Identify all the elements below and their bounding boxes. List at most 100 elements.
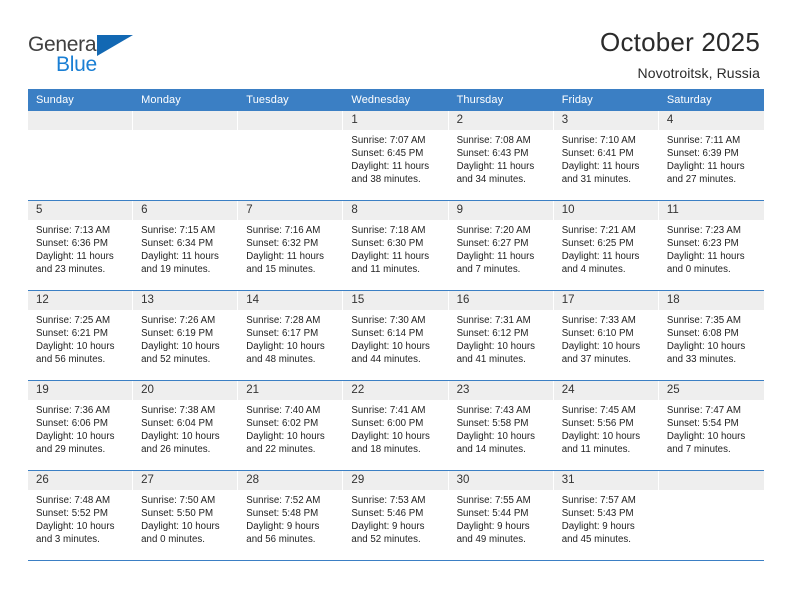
day-cell[interactable]: 25 Sunrise: 7:47 AM Sunset: 5:54 PM Dayligh…: [658, 381, 764, 470]
day-daylight-2-text: and 11 minutes.: [561, 444, 631, 456]
day-sun-info: Sunrise: 7:47 AM Sunset: 5:54 PM Daylight:…: [659, 400, 764, 456]
day-sun-info: Sunrise: 7:41 AM Sunset: 6:00 PM Daylight:…: [343, 400, 447, 456]
day-cell[interactable]: 2 Sunrise: 7:08 AM Sunset: 6:43 PM Daylight…: [448, 111, 554, 200]
day-number: 28: [238, 471, 343, 490]
brand-logo[interactable]: General Blue: [28, 28, 148, 75]
day-number: [658, 471, 764, 490]
day-cell[interactable]: 6 Sunrise: 7:15 AM Sunset: 6:34 PM Daylight…: [133, 201, 239, 290]
day-sunrise-text: Sunrise: 7:40 AM: [246, 405, 321, 416]
calendar-week-row: 19 Sunrise: 7:36 AM Sunset: 6:06 PM Dayligh…: [28, 381, 764, 471]
day-daylight-2-text: and 44 minutes.: [351, 354, 421, 366]
day-sun-info: Sunrise: 7:26 AM Sunset: 6:19 PM Daylight:…: [133, 310, 237, 366]
day-daylight-2-text: and 0 minutes.: [666, 264, 731, 276]
day-sunset-text: Sunset: 5:54 PM: [666, 418, 739, 430]
day-sunset-text: Sunset: 5:44 PM: [456, 508, 529, 520]
day-cell[interactable]: 27 Sunrise: 7:50 AM Sunset: 5:50 PM Dayligh…: [133, 471, 239, 560]
day-number: [238, 111, 343, 130]
day-cell[interactable]: 31 Sunrise: 7:57 AM Sunset: 5:43 PM Dayligh…: [553, 471, 659, 560]
day-sunrise-text: Sunrise: 7:08 AM: [456, 135, 531, 146]
day-daylight-2-text: and 4 minutes.: [561, 264, 626, 276]
day-number: 15: [343, 291, 448, 310]
day-sunrise-text: Sunrise: 7:25 AM: [36, 315, 111, 326]
day-cell[interactable]: 7 Sunrise: 7:16 AM Sunset: 6:32 PM Daylight…: [238, 201, 344, 290]
day-number: 12: [28, 291, 133, 310]
day-sunset-text: Sunset: 6:17 PM: [246, 328, 319, 340]
day-daylight-2-text: and 31 minutes.: [561, 174, 631, 186]
day-sunrise-text: Sunrise: 7:36 AM: [36, 405, 111, 416]
day-sun-info: Sunrise: 7:28 AM Sunset: 6:17 PM Daylight:…: [238, 310, 342, 366]
day-daylight-1-text: Daylight: 9 hours: [561, 521, 635, 533]
day-sun-info: Sunrise: 7:36 AM Sunset: 6:06 PM Daylight:…: [28, 400, 132, 456]
day-daylight-1-text: Daylight: 10 hours: [561, 341, 641, 353]
day-cell[interactable]: 8 Sunrise: 7:18 AM Sunset: 6:30 PM Daylight…: [343, 201, 449, 290]
day-daylight-1-text: Daylight: 10 hours: [141, 431, 220, 443]
day-cell[interactable]: 24 Sunrise: 7:45 AM Sunset: 5:56 PM Dayligh…: [553, 381, 659, 470]
day-cell[interactable]: 28 Sunrise: 7:52 AM Sunset: 5:48 PM Dayligh…: [238, 471, 344, 560]
day-sunset-text: Sunset: 6:06 PM: [36, 418, 108, 430]
brand-name-blue: Blue: [56, 53, 97, 76]
day-number: 20: [133, 381, 238, 400]
day-cell[interactable]: 20 Sunrise: 7:38 AM Sunset: 6:04 PM Dayligh…: [133, 381, 239, 470]
day-daylight-2-text: and 41 minutes.: [456, 354, 526, 366]
day-daylight-1-text: Daylight: 11 hours: [456, 251, 535, 263]
day-cell[interactable]: 19 Sunrise: 7:36 AM Sunset: 6:06 PM Dayligh…: [28, 381, 134, 470]
day-cell[interactable]: 11 Sunrise: 7:23 AM Sunset: 6:23 PM Dayligh…: [658, 201, 764, 290]
day-daylight-2-text: and 33 minutes.: [666, 354, 737, 366]
day-number: 23: [448, 381, 553, 400]
day-daylight-1-text: Daylight: 10 hours: [141, 521, 220, 533]
day-daylight-1-text: Daylight: 10 hours: [246, 431, 325, 443]
calendar-page: General Blue October 2025 Novotroitsk, R…: [0, 0, 792, 612]
day-daylight-2-text: and 38 minutes.: [351, 174, 421, 186]
day-sun-info: Sunrise: 7:21 AM Sunset: 6:25 PM Daylight:…: [554, 220, 658, 276]
day-cell[interactable]: 22 Sunrise: 7:41 AM Sunset: 6:00 PM Dayligh…: [343, 381, 449, 470]
day-cell[interactable]: 23 Sunrise: 7:43 AM Sunset: 5:58 PM Dayligh…: [448, 381, 554, 470]
day-daylight-2-text: and 49 minutes.: [456, 534, 526, 546]
day-number: 7: [238, 201, 343, 220]
day-sunrise-text: Sunrise: 7:57 AM: [561, 495, 636, 506]
day-cell[interactable]: 30 Sunrise: 7:55 AM Sunset: 5:44 PM Dayligh…: [448, 471, 554, 560]
day-cell[interactable]: 26 Sunrise: 7:48 AM Sunset: 5:52 PM Dayligh…: [28, 471, 134, 560]
day-daylight-1-text: Daylight: 9 hours: [456, 521, 530, 533]
day-number: 24: [553, 381, 658, 400]
day-daylight-1-text: Daylight: 10 hours: [36, 431, 115, 443]
day-daylight-2-text: and 7 minutes.: [456, 264, 521, 276]
day-sunset-text: Sunset: 6:10 PM: [561, 328, 634, 340]
day-sunrise-text: Sunrise: 7:50 AM: [141, 495, 216, 506]
day-cell[interactable]: 17 Sunrise: 7:33 AM Sunset: 6:10 PM Dayligh…: [553, 291, 659, 380]
day-number: 11: [658, 201, 764, 220]
day-sun-info: Sunrise: 7:13 AM Sunset: 6:36 PM Daylight:…: [28, 220, 132, 276]
day-cell[interactable]: 12 Sunrise: 7:25 AM Sunset: 6:21 PM Dayligh…: [28, 291, 134, 380]
day-cell[interactable]: 18 Sunrise: 7:35 AM Sunset: 6:08 PM Dayligh…: [658, 291, 764, 380]
day-cell[interactable]: 5 Sunrise: 7:13 AM Sunset: 6:36 PM Daylight…: [28, 201, 134, 290]
day-cell[interactable]: 13 Sunrise: 7:26 AM Sunset: 6:19 PM Dayligh…: [133, 291, 239, 380]
day-sunset-text: Sunset: 6:25 PM: [561, 238, 634, 250]
day-number: 19: [28, 381, 133, 400]
day-cell[interactable]: 15 Sunrise: 7:30 AM Sunset: 6:14 PM Dayligh…: [343, 291, 449, 380]
day-daylight-1-text: Daylight: 11 hours: [351, 251, 430, 263]
day-daylight-2-text: and 14 minutes.: [456, 444, 526, 456]
calendar-week-row: 5 Sunrise: 7:13 AM Sunset: 6:36 PM Daylight…: [28, 201, 764, 291]
day-cell[interactable]: 29 Sunrise: 7:53 AM Sunset: 5:46 PM Dayligh…: [343, 471, 449, 560]
day-daylight-1-text: Daylight: 10 hours: [666, 341, 746, 353]
day-sun-info: Sunrise: 7:40 AM Sunset: 6:02 PM Daylight:…: [238, 400, 342, 456]
day-cell[interactable]: 21 Sunrise: 7:40 AM Sunset: 6:02 PM Dayligh…: [238, 381, 344, 470]
day-sunrise-text: Sunrise: 7:15 AM: [141, 225, 216, 236]
day-cell[interactable]: 4 Sunrise: 7:11 AM Sunset: 6:39 PM Daylight…: [658, 111, 764, 200]
day-sunrise-text: Sunrise: 7:11 AM: [666, 135, 741, 146]
day-sunset-text: Sunset: 6:14 PM: [351, 328, 424, 340]
day-number: [133, 111, 238, 130]
day-cell[interactable]: 3 Sunrise: 7:10 AM Sunset: 6:41 PM Daylight…: [553, 111, 659, 200]
day-cell[interactable]: 10 Sunrise: 7:21 AM Sunset: 6:25 PM Dayligh…: [553, 201, 659, 290]
day-cell[interactable]: 1 Sunrise: 7:07 AM Sunset: 6:45 PM Daylight…: [343, 111, 449, 200]
day-cell[interactable]: 14 Sunrise: 7:28 AM Sunset: 6:17 PM Dayligh…: [238, 291, 344, 380]
day-cell[interactable]: 9 Sunrise: 7:20 AM Sunset: 6:27 PM Daylight…: [448, 201, 554, 290]
calendar-week-row: 26 Sunrise: 7:48 AM Sunset: 5:52 PM Dayligh…: [28, 471, 764, 561]
day-sunset-text: Sunset: 6:02 PM: [246, 418, 319, 430]
day-sunset-text: Sunset: 5:58 PM: [456, 418, 529, 430]
day-daylight-2-text: and 48 minutes.: [246, 354, 316, 366]
day-number: 18: [658, 291, 764, 310]
day-number: 2: [448, 111, 553, 130]
day-cell[interactable]: 16 Sunrise: 7:31 AM Sunset: 6:12 PM Dayligh…: [448, 291, 554, 380]
day-sunset-text: Sunset: 6:04 PM: [141, 418, 214, 430]
day-sunset-text: Sunset: 6:43 PM: [456, 148, 529, 160]
